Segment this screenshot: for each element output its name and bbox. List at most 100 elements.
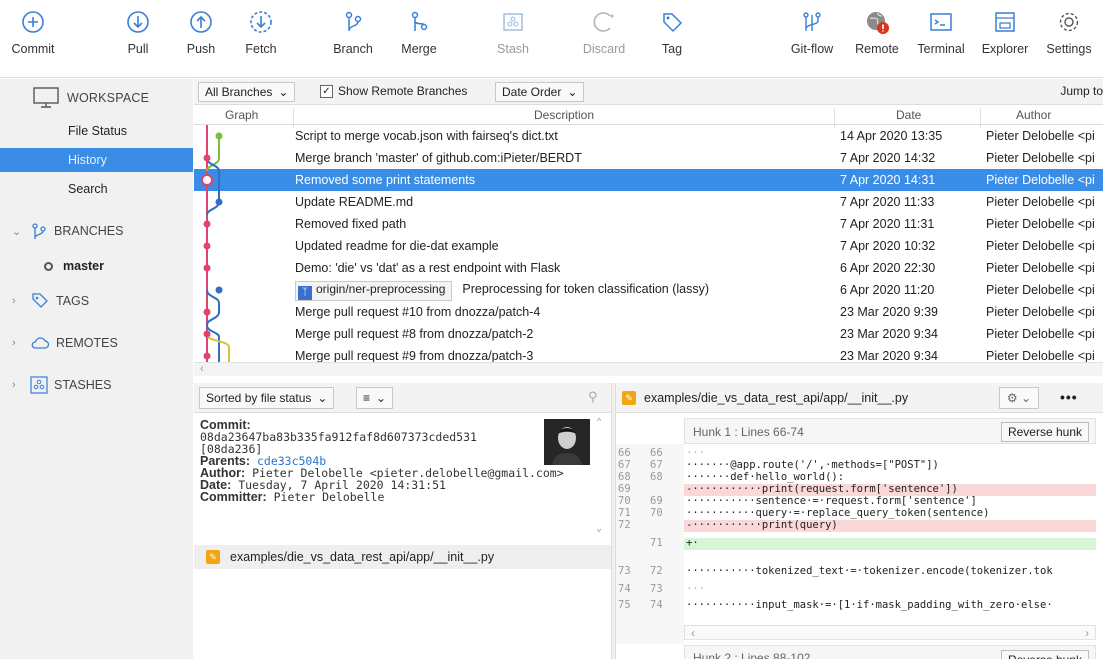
date-column-header[interactable]: Date [896, 108, 921, 122]
sidebar-item-history[interactable]: History [0, 148, 193, 172]
old-line-number: 72 [618, 519, 631, 531]
stashes-section[interactable]: › STASHES [12, 376, 111, 394]
branch-item-master[interactable]: master [44, 259, 104, 273]
tag-button[interactable]: Tag [654, 0, 690, 78]
branches-dropdown[interactable]: All Branches ⌄ [198, 82, 296, 102]
modified-file-icon: ✎ [206, 550, 220, 564]
search-icon[interactable]: ⚲ [588, 389, 598, 405]
sourcetree-window: Commit Pull Push Fetch Branch Merge Stas… [0, 0, 1103, 659]
table-row[interactable]: Demo: 'die' vs 'dat' as a rest endpoint … [194, 257, 1103, 279]
jump-to-field[interactable]: Jump to [1060, 84, 1103, 98]
graph-column-header[interactable]: Graph [225, 108, 258, 122]
chevron-up-icon[interactable]: ⌃ [596, 417, 602, 429]
commit-description: Merge pull request #8 from dnozza/patch-… [295, 327, 534, 341]
branch-icon [345, 11, 362, 31]
diff-horizontal-scrollbar[interactable]: ‹ › [684, 625, 1096, 640]
explorer-button[interactable]: Explorer [976, 0, 1034, 78]
order-dropdown-label: Date Order [502, 85, 562, 99]
push-label: Push [186, 42, 216, 56]
gitflow-button[interactable]: Git-flow [784, 0, 840, 78]
commit-date: 23 Mar 2020 9:34 [840, 349, 938, 362]
terminal-label: Terminal [917, 42, 965, 56]
diff-line: 70 69 ···········sentence·=·request.form['… [616, 495, 1103, 508]
branch-icon: ᛉ [298, 286, 312, 300]
hunk-header: Hunk 2 : Lines 88-102 Reverse hunk [684, 645, 1096, 659]
order-dropdown[interactable]: Date Order ⌄ [495, 82, 585, 102]
gitflow-label: Git-flow [790, 42, 834, 56]
code-text: ·······@app.route('/',·methods=["POST"]) [686, 459, 939, 471]
sidebar-item-search[interactable]: Search [0, 177, 193, 201]
sort-dropdown[interactable]: Sorted by file status ⌄ [199, 387, 335, 409]
fetch-button[interactable]: Fetch [239, 0, 283, 78]
commit-author: Pieter Delobelle <pi [986, 349, 1095, 362]
remote-branch-tag[interactable]: ᛉ origin/ner-preprocessing [295, 281, 453, 301]
commit-author: Pieter Delobelle <pi [986, 151, 1095, 165]
commit-description: Demo: 'die' vs 'dat' as a rest endpoint … [295, 261, 561, 275]
hunk-title: Hunk 2 : Lines 88-102 [693, 651, 811, 659]
table-row[interactable]: Merge pull request #10 from dnozza/patch… [194, 301, 1103, 323]
merge-button[interactable]: Merge [394, 0, 444, 78]
table-row[interactable]: Update README.md 7 Apr 2020 11:33 Pieter… [194, 191, 1103, 213]
old-line-number: 70 [618, 495, 631, 507]
table-row[interactable]: Merge branch 'master' of github.com:iPie… [194, 147, 1103, 169]
push-button[interactable]: Push [181, 0, 221, 78]
chevron-right-icon[interactable]: › [1085, 626, 1089, 640]
reverse-hunk-button[interactable]: Reverse hunk [1000, 650, 1089, 659]
table-row[interactable]: Removed fixed path 7 Apr 2020 11:31 Piet… [194, 213, 1103, 235]
remotes-section[interactable]: › REMOTES [12, 335, 118, 351]
tags-section[interactable]: › TAGS [12, 291, 89, 311]
table-row[interactable]: Script to merge vocab.json with fairseq'… [194, 125, 1103, 147]
commit-author: Pieter Delobelle <pi [986, 305, 1095, 319]
stash-button[interactable]: Stash [490, 0, 536, 78]
pull-button[interactable]: Pull [118, 0, 158, 78]
chevron-down-icon: ⌄ [376, 391, 387, 405]
commit-button[interactable]: Commit [8, 0, 58, 78]
discard-label: Discard [582, 42, 626, 56]
table-row[interactable]: Merge pull request #9 from dnozza/patch-… [194, 345, 1103, 362]
avatar-photo [544, 419, 590, 465]
commit-author: Pieter Delobelle <pi [986, 239, 1095, 253]
code-text: ··· [686, 583, 705, 595]
table-row[interactable]: Updated readme for die-dat example 7 Apr… [194, 235, 1103, 257]
new-line-number: 72 [650, 565, 663, 577]
history-filter-bar: All Branches ⌄ ✓ Show Remote Branches Da… [194, 79, 1103, 105]
branches-label: BRANCHES [54, 224, 124, 238]
show-remote-checkbox[interactable]: ✓ Show Remote Branches [320, 84, 467, 98]
reverse-hunk-button[interactable]: Reverse hunk [1000, 422, 1089, 442]
table-row-selected[interactable]: Removed some print statements 7 Apr 2020… [194, 169, 1103, 191]
chevron-down-icon[interactable]: ⌄ [596, 523, 602, 535]
commit-description: Removed fixed path [295, 217, 407, 231]
table-row[interactable]: ᛉ origin/ner-preprocessing Preprocessing f… [194, 279, 1103, 301]
branch-label: Branch [333, 42, 373, 56]
discard-button[interactable]: Discard [579, 0, 629, 78]
settings-button[interactable]: Settings [1041, 0, 1097, 78]
chevron-left-icon[interactable]: ‹ [691, 626, 695, 640]
remote-button[interactable]: Remote [851, 0, 903, 78]
description-column-header[interactable]: Description [534, 108, 594, 122]
arrow-down-circle-icon [127, 11, 149, 33]
branch-button[interactable]: Branch [328, 0, 378, 78]
changed-file-item[interactable]: ✎ examples/die_vs_data_rest_api/app/__in… [194, 545, 611, 569]
view-mode-dropdown[interactable]: ≡ ⌄ [356, 387, 394, 409]
workspace-header[interactable]: WORKSPACE [33, 87, 149, 109]
more-options-icon[interactable]: ••• [1060, 389, 1078, 405]
table-row[interactable]: Merge pull request #8 from dnozza/patch-… [194, 323, 1103, 345]
diff-line: 67 67 ·······@app.route('/',·methods=["POS… [616, 459, 1103, 472]
commit-description: Merge pull request #9 from dnozza/patch-… [295, 349, 534, 362]
branches-section[interactable]: ⌄ BRANCHES [12, 222, 123, 240]
chevron-right-icon: › [12, 337, 16, 349]
commit-date: 6 Apr 2020 11:20 [840, 283, 935, 297]
tag-icon [663, 13, 683, 33]
diff-line: 71 +· [616, 537, 1103, 550]
author-column-header[interactable]: Author [1016, 108, 1051, 122]
old-line-number: 74 [618, 583, 631, 595]
commit-list-scrollbar[interactable]: ‹ [194, 362, 1103, 376]
stashes-label: STASHES [54, 378, 112, 392]
commit-info-panel: Commit: 08da23647ba83b335fa912faf8d60737… [194, 413, 611, 537]
sidebar-item-file-status[interactable]: File Status [0, 119, 193, 143]
hunk-header: Hunk 1 : Lines 66-74 Reverse hunk [684, 418, 1096, 444]
diff-options-dropdown[interactable]: ⚙ ⌄ [999, 387, 1039, 409]
code-text: ···········query·=·replace_query_token(s… [686, 507, 990, 519]
terminal-button[interactable]: Terminal [911, 0, 971, 78]
remote-label: Remote [855, 42, 899, 56]
